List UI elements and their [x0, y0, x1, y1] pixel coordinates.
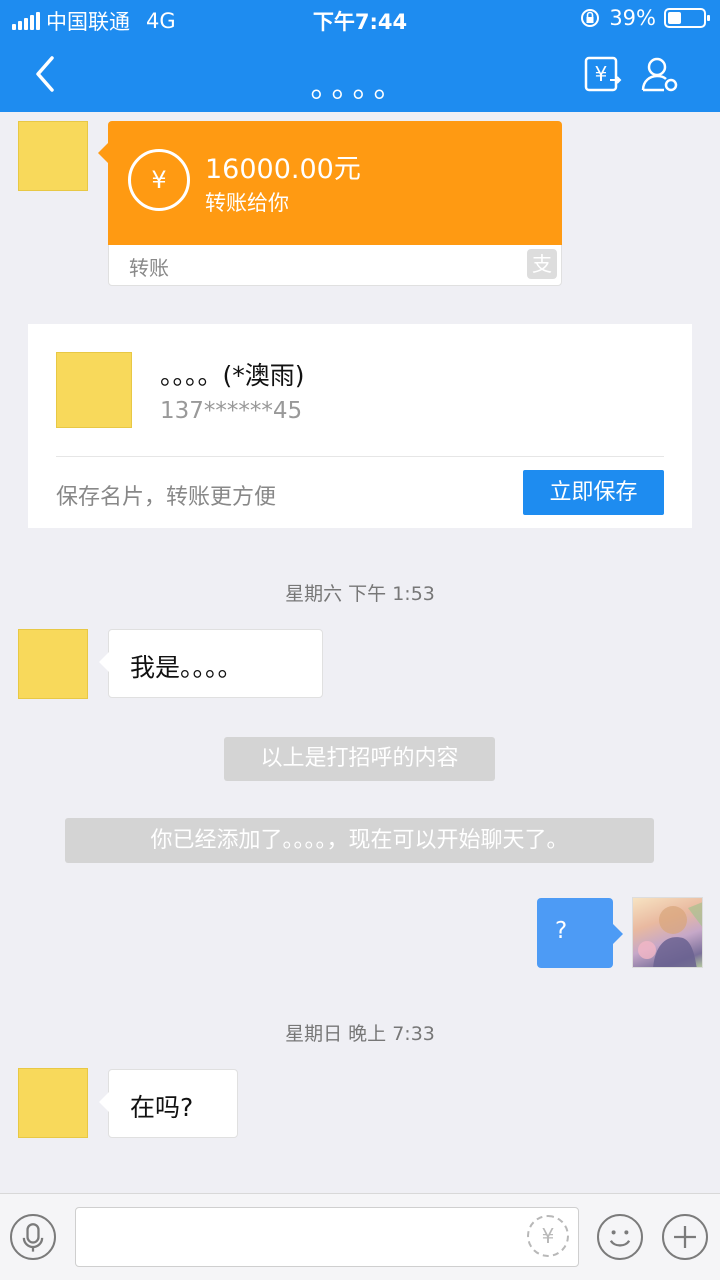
card-phone: 137******45 — [160, 398, 303, 424]
timestamp: 星期六 下午 1:53 — [285, 583, 435, 605]
contact-avatar[interactable] — [18, 1068, 88, 1138]
my-message-text: ? — [555, 918, 568, 944]
message-bubble[interactable]: 我是。。。。 — [99, 629, 323, 698]
emoji-icon[interactable] — [597, 1214, 643, 1260]
alipay-logo-icon: 支 — [527, 249, 557, 279]
transfer-yuan-icon[interactable]: ¥ — [527, 1215, 569, 1257]
my-message-bubble[interactable]: ? — [537, 898, 623, 968]
contact-card: 。。。。(*澳雨) 137******45 保存名片，转账更方便 立即保存 — [28, 324, 692, 528]
transfer-money-icon[interactable]: ¥ — [582, 54, 622, 94]
status-right: 39% — [579, 6, 710, 30]
card-name: 。。。。(*澳雨) — [160, 361, 305, 390]
message-input[interactable] — [75, 1207, 579, 1267]
plus-icon[interactable] — [662, 1214, 708, 1260]
battery-fill — [668, 12, 682, 24]
status-bar: 中国联通 4G 下午7:44 39% — [0, 0, 720, 38]
system-message: 你已经添加了。。。。，现在可以开始聊天了。 — [65, 818, 654, 863]
message-text: 在吗? — [130, 1093, 194, 1122]
message-bubble[interactable]: 在吗? — [99, 1069, 238, 1138]
profile-icon[interactable] — [640, 54, 680, 94]
transfer-card-header: ¥ 16000.00元 转账给你 — [98, 121, 562, 245]
input-bar: ¥ — [0, 1193, 720, 1280]
my-avatar-image — [638, 902, 702, 967]
battery-percent: 39% — [609, 6, 656, 30]
nav-bar: 。。。。 ¥ — [0, 38, 720, 112]
transfer-card[interactable]: ¥ 16000.00元 转账给你 转账 支 — [98, 121, 562, 286]
system-message: 以上是打招呼的内容 — [224, 737, 495, 781]
transfer-footer-label: 转账 — [129, 256, 169, 280]
rotation-lock-icon — [581, 9, 600, 27]
battery-icon — [664, 8, 710, 28]
yuan-symbol: ¥ — [151, 166, 167, 194]
yuan-exchange-icon: ¥ — [128, 149, 190, 211]
contact-avatar[interactable] — [18, 629, 88, 699]
transfer-subtitle: 转账给你 — [205, 191, 289, 215]
card-divider — [56, 456, 664, 457]
contact-avatar[interactable] — [18, 121, 88, 191]
save-contact-button[interactable]: 立即保存 — [523, 470, 664, 515]
timestamp: 星期日 晚上 7:33 — [285, 1023, 435, 1045]
card-avatar — [56, 352, 132, 428]
card-tip: 保存名片，转账更方便 — [56, 485, 277, 510]
message-text: 我是。。。。 — [130, 653, 243, 682]
voice-icon[interactable] — [10, 1214, 56, 1260]
svg-text:¥: ¥ — [595, 62, 608, 86]
transfer-amount: 16000.00元 — [205, 154, 361, 185]
my-avatar[interactable] — [632, 897, 703, 968]
